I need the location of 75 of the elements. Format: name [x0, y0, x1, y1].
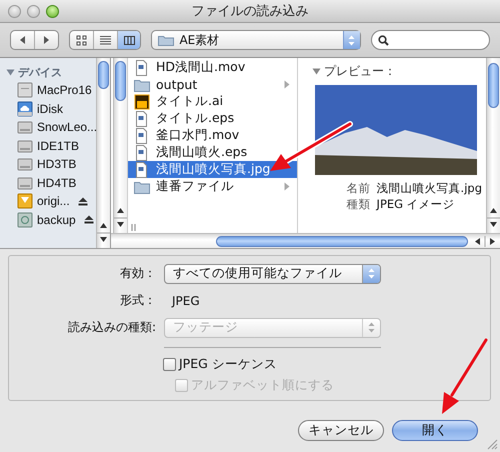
- eject-icon[interactable]: [78, 196, 88, 206]
- folder-icon: [158, 34, 174, 46]
- info-value: JPEG イメージ: [376, 197, 456, 212]
- sidebar-item[interactable]: backup: [0, 210, 96, 229]
- scrollbar[interactable]: [113, 58, 127, 233]
- location-popup[interactable]: AE素材: [151, 30, 361, 50]
- zoom-button[interactable]: [46, 4, 59, 18]
- up-down-arrows-icon: [348, 34, 356, 46]
- document-icon: [134, 128, 150, 144]
- column-resize-grip-icon[interactable]: [131, 224, 136, 231]
- drive-icon: [17, 193, 33, 210]
- eject-icon[interactable]: [84, 215, 94, 224]
- scroll-thumb[interactable]: [98, 61, 109, 89]
- down-triangle-icon[interactable]: [6, 68, 15, 76]
- document-icon: [134, 162, 150, 178]
- open-button[interactable]: 開く: [392, 420, 478, 441]
- sidebar-item[interactable]: origi...: [0, 192, 96, 210]
- preview-title: プレビュー：: [324, 63, 396, 80]
- right-triangle-icon: [284, 80, 290, 89]
- hard-drive-icon: [17, 138, 33, 154]
- field-label: 読み込みの種類:: [66, 319, 156, 336]
- hard-drive-icon: [17, 174, 33, 191]
- file-row[interactable]: 釜口水門.mov: [128, 127, 297, 144]
- file-row[interactable]: タイトル.ai: [128, 93, 297, 110]
- info-label: 名前: [346, 181, 371, 196]
- up-down-arrows-icon: [368, 322, 375, 333]
- file-row[interactable]: 連番ファイル: [128, 178, 297, 195]
- popup-menu[interactable]: すべての使用可能なファイル: [164, 264, 381, 284]
- sidebar-item[interactable]: iDisk: [0, 100, 96, 118]
- view-mode-control[interactable]: [68, 30, 142, 50]
- scroll-thumb[interactable]: [488, 63, 499, 108]
- list-icon: [100, 34, 111, 46]
- sidebar-item[interactable]: HD3TB: [0, 155, 96, 174]
- checkbox[interactable]: JPEG シーケンス: [163, 354, 490, 375]
- info-label: 種類: [346, 197, 371, 212]
- back-forward-control[interactable]: [10, 30, 59, 50]
- sidebar-section-title: デバイス: [18, 64, 62, 80]
- sidebar-item[interactable]: IDE1TB: [0, 136, 96, 155]
- document-icon: [134, 144, 150, 160]
- horizontal-scrollbar[interactable]: [111, 233, 500, 248]
- format-value: JPEG: [170, 294, 200, 308]
- sidebar-item[interactable]: HD4TB: [0, 174, 96, 192]
- info-value: 浅間山噴火写真.jpg: [376, 181, 482, 196]
- up-down-arrows-icon: [368, 268, 375, 279]
- cancel-button[interactable]: キャンセル: [298, 420, 384, 441]
- sidebar-item[interactable]: MacPro16: [0, 81, 96, 100]
- columns-icon: [124, 34, 134, 46]
- right-triangle-icon: [284, 182, 290, 191]
- window-title: ファイルの読み込み: [192, 4, 308, 19]
- search-icon: [378, 34, 389, 46]
- file-row[interactable]: タイトル.eps: [128, 110, 297, 127]
- column-view-button[interactable]: [118, 31, 140, 49]
- field-label: 有効：: [119, 265, 156, 282]
- resize-grip-icon[interactable]: [487, 439, 498, 450]
- down-triangle-icon[interactable]: [312, 67, 322, 76]
- file-row[interactable]: HD浅間山.mov: [128, 59, 297, 76]
- sidebar-item[interactable]: SnowLeo...: [0, 118, 96, 136]
- cloud-drive-icon: [17, 100, 33, 117]
- disk-image-icon: [17, 212, 33, 228]
- computer-icon: [17, 82, 33, 98]
- scroll-thumb[interactable]: [115, 61, 126, 101]
- document-icon: [134, 110, 150, 126]
- file-row[interactable]: 浅間山噴火.eps: [128, 144, 297, 161]
- close-button[interactable]: [8, 4, 21, 18]
- grid-icon: [76, 34, 87, 46]
- scroll-thumb[interactable]: [216, 236, 468, 246]
- hard-drive-icon: [17, 156, 33, 172]
- hard-drive-icon: [17, 119, 33, 136]
- scrollbar[interactable]: [96, 58, 110, 248]
- search-field[interactable]: [370, 30, 490, 50]
- scrollbar[interactable]: [486, 58, 500, 233]
- minimize-button[interactable]: [27, 4, 40, 18]
- file-row[interactable]: 浅間山噴火写真.jpg: [128, 161, 297, 178]
- file-row[interactable]: output: [128, 76, 297, 93]
- field-label: 形式：: [119, 292, 156, 309]
